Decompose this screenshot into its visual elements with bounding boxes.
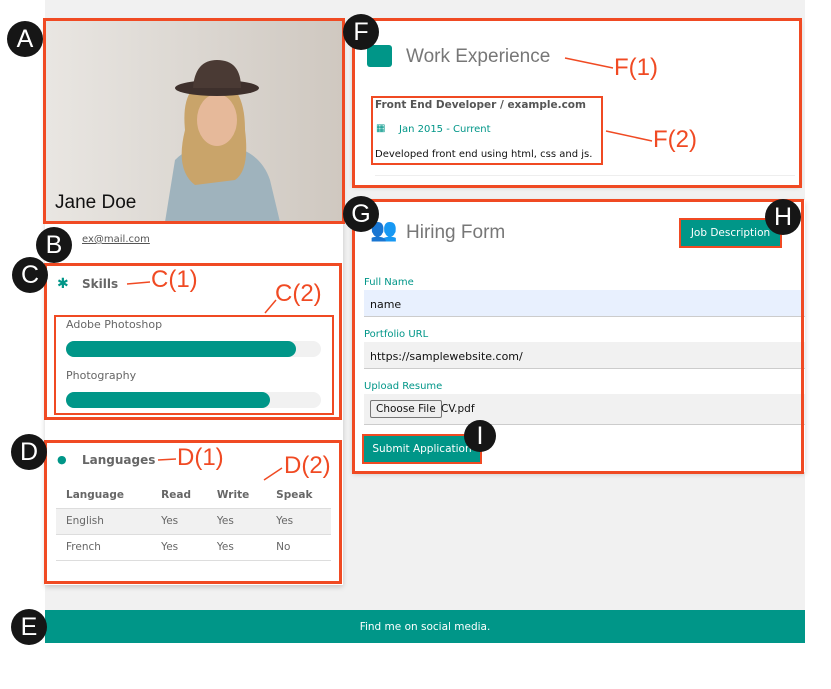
annotation-badge-i: I: [464, 420, 496, 452]
annotation-badge-f: F: [343, 14, 379, 50]
annotation-badge-g: G: [343, 196, 379, 232]
annotation-label-c2: C(2): [275, 280, 322, 307]
annotation-arrows: [126, 57, 653, 481]
annotation-badge-d: D: [11, 434, 47, 470]
annotation-label-f2: F(2): [653, 126, 697, 153]
annotation-label-d2: D(2): [284, 452, 331, 479]
annotation-badge-a: A: [7, 21, 43, 57]
annotation-label-d1: D(1): [177, 444, 224, 471]
annotation-badge-h: H: [765, 199, 801, 235]
annotation-badge-e: E: [11, 609, 47, 645]
annotation-label-c1: C(1): [151, 266, 198, 293]
annotation-label-f1: F(1): [614, 54, 658, 81]
annotation-badge-c: C: [12, 257, 48, 293]
annotation-badge-b: B: [36, 227, 72, 263]
